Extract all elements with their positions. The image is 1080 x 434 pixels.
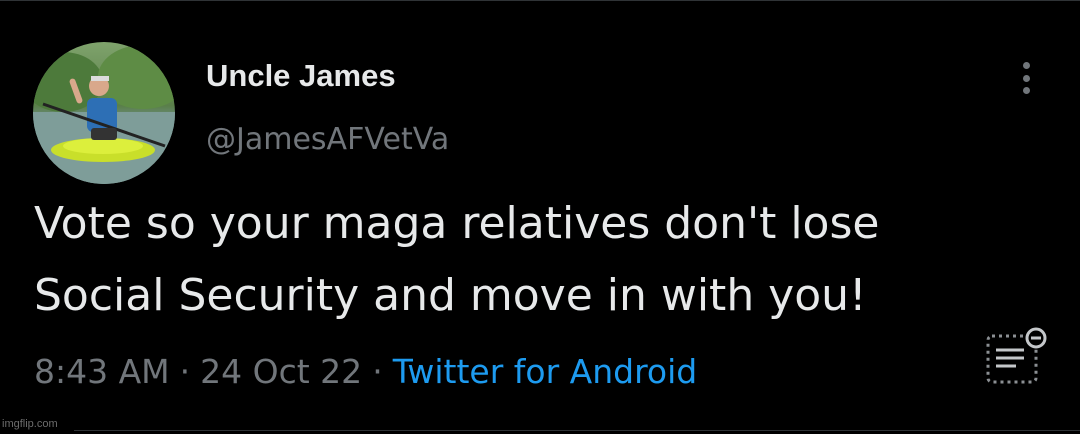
- tweet-date[interactable]: 24 Oct 22: [200, 352, 362, 391]
- tweet-meta: 8:43 AM · 24 Oct 22 · Twitter for Android: [34, 347, 697, 397]
- document-lines-icon[interactable]: [984, 326, 1050, 386]
- author-handle[interactable]: @JamesAFVetVa: [206, 120, 449, 160]
- author-display-name[interactable]: Uncle James: [206, 56, 396, 96]
- watermark: imgflip.com: [2, 418, 58, 430]
- top-divider: [0, 0, 1080, 1]
- more-dot: [1022, 62, 1030, 69]
- avatar[interactable]: [33, 42, 175, 184]
- tweet-text-line-1: Vote so your maga relatives don't lose: [34, 198, 880, 249]
- bottom-divider: [74, 430, 1080, 431]
- meta-separator: ·: [179, 352, 191, 391]
- more-options-icon[interactable]: [1010, 58, 1042, 98]
- tweet-text-line-2: Social Security and move in with you!: [34, 270, 867, 321]
- meta-separator: ·: [372, 352, 383, 391]
- avatar-photo: [33, 42, 175, 184]
- tweet-text: Vote so your maga relatives don't lose So…: [34, 188, 1064, 332]
- tweet-time[interactable]: 8:43 AM: [34, 352, 170, 391]
- more-dot: [1022, 87, 1030, 94]
- more-dot: [1022, 74, 1030, 82]
- tweet-source-link[interactable]: Twitter for Android: [393, 352, 698, 391]
